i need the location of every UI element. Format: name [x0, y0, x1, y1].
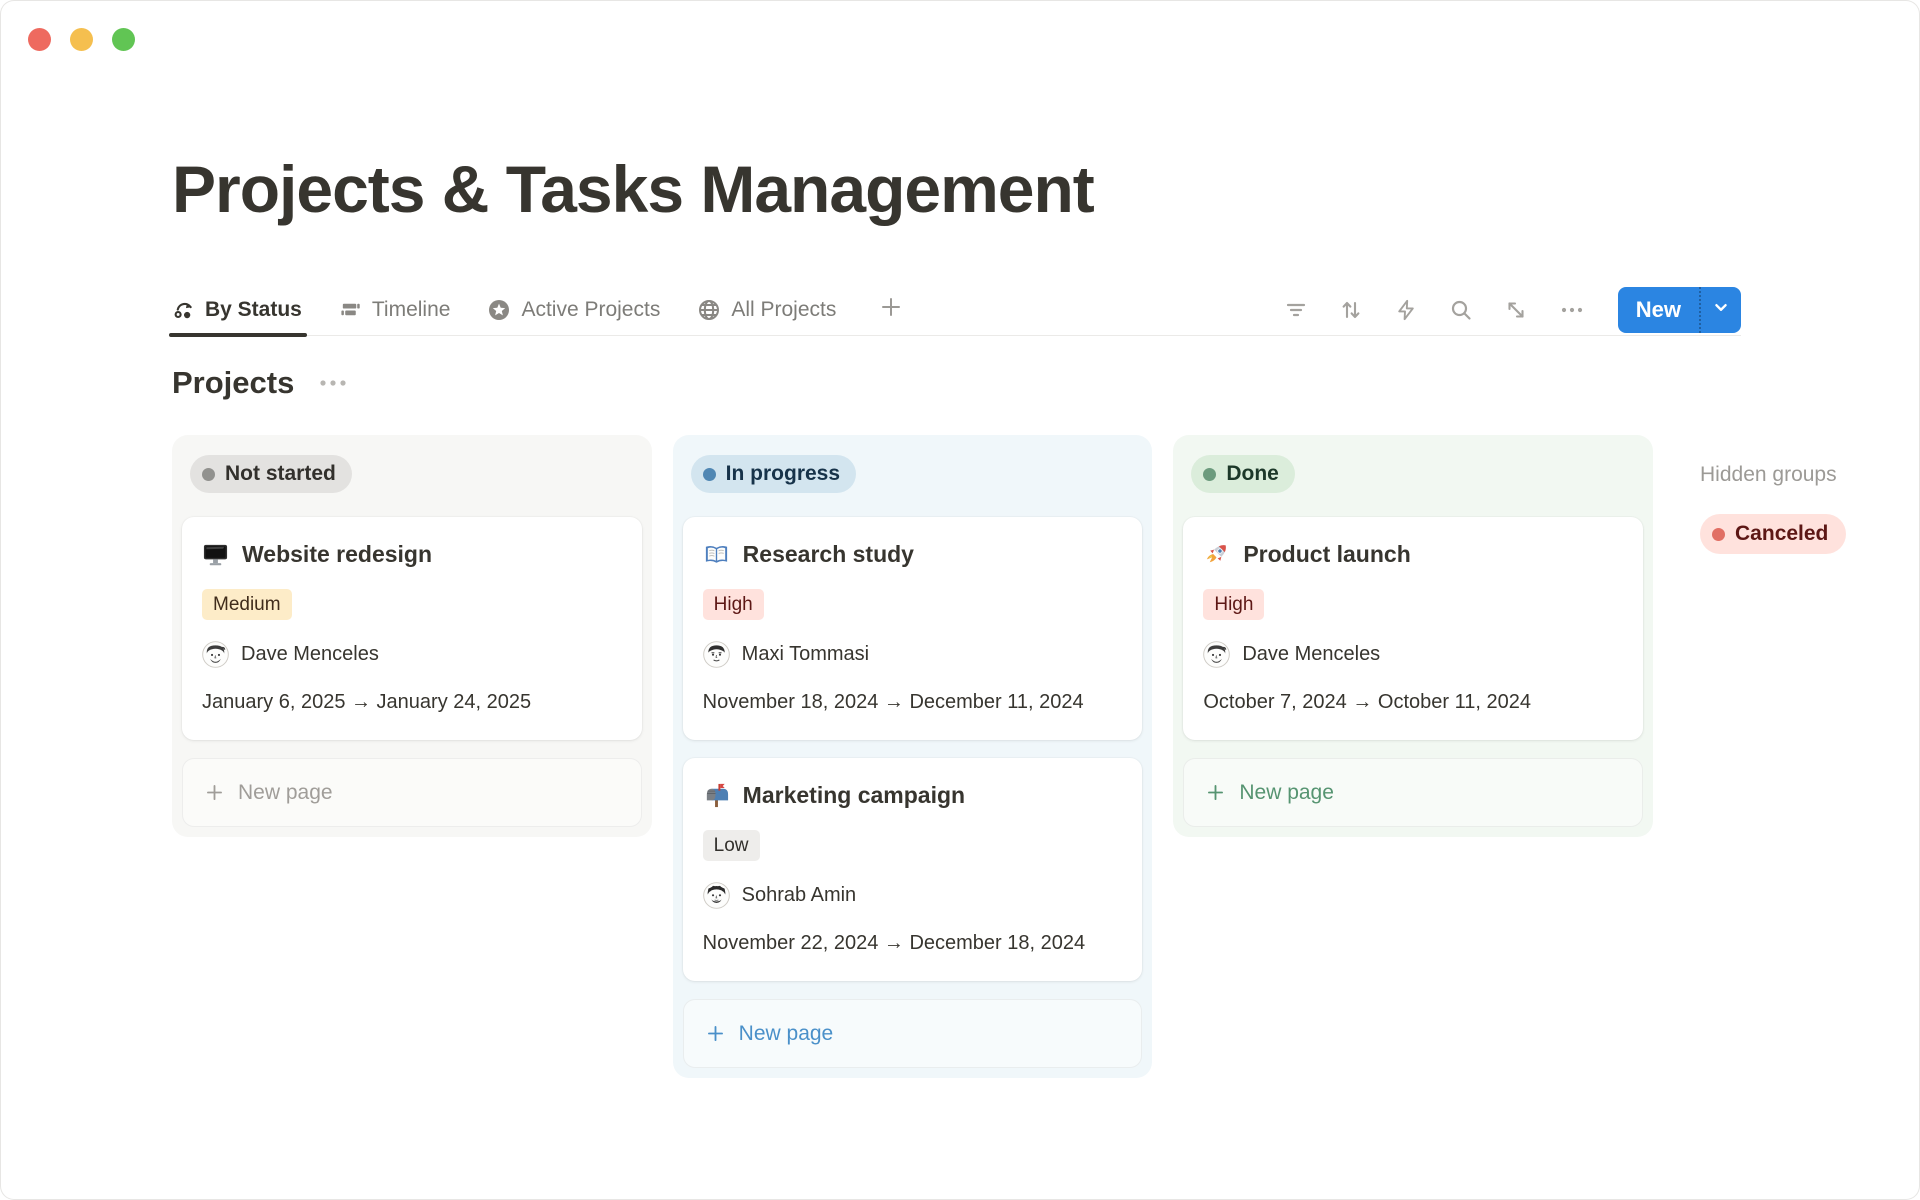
assignee-name: Dave Menceles	[1242, 643, 1380, 666]
card-date-range: January 6, 2025 → January 24, 2025	[202, 689, 622, 716]
status-dot	[703, 468, 716, 481]
priority-badge: Low	[703, 830, 760, 861]
new-button[interactable]: New	[1618, 287, 1741, 333]
view-tabs: By Status Timeline	[172, 284, 903, 335]
tab-active-projects[interactable]: Active Projects	[487, 284, 660, 335]
status-pill-in-progress[interactable]: In progress	[691, 455, 856, 493]
mailbox-icon	[703, 782, 730, 809]
app-window: Projects & Tasks Management By Status	[0, 0, 1920, 1200]
card-date-range: October 7, 2024 → October 11, 2024	[1203, 689, 1623, 716]
timeline-icon	[339, 298, 362, 321]
tab-label: Active Projects	[521, 298, 660, 322]
column-not-started: Not started	[172, 435, 652, 837]
status-board-icon	[172, 298, 195, 321]
card-title-text: Marketing campaign	[743, 782, 965, 809]
filter-icon[interactable]	[1284, 298, 1308, 322]
new-page-button[interactable]: New page	[1183, 758, 1643, 827]
more-options-icon[interactable]	[1559, 298, 1585, 322]
card-research-study[interactable]: Research study High	[683, 517, 1143, 740]
new-page-label: New page	[238, 781, 333, 805]
page-title: Projects & Tasks Management	[172, 146, 1920, 232]
priority-badge: High	[703, 589, 764, 620]
new-button-label[interactable]: New	[1618, 287, 1699, 333]
card-title-text: Product launch	[1243, 541, 1410, 568]
assignee-name: Maxi Tommasi	[742, 643, 869, 666]
tab-label: All Projects	[731, 298, 836, 322]
status-pill-done[interactable]: Done	[1191, 455, 1295, 493]
minimize-window-button[interactable]	[70, 28, 93, 51]
new-dropdown-button[interactable]	[1699, 287, 1741, 333]
tab-label: By Status	[205, 298, 302, 322]
status-dot	[202, 468, 215, 481]
ellipsis-icon[interactable]	[318, 376, 348, 390]
expand-icon[interactable]	[1504, 298, 1528, 322]
tab-timeline[interactable]: Timeline	[339, 284, 451, 335]
tab-label: Timeline	[372, 298, 451, 322]
section-title: Projects	[172, 365, 294, 401]
status-dot	[1712, 528, 1725, 541]
hidden-groups-label: Hidden groups	[1700, 463, 1920, 487]
chevron-down-icon	[1710, 296, 1732, 323]
card-marketing-campaign[interactable]: Marketing campaign Low	[683, 758, 1143, 981]
card-title-text: Website redesign	[242, 541, 432, 568]
card-title-text: Research study	[743, 541, 914, 568]
status-pill-not-started[interactable]: Not started	[190, 455, 352, 493]
plus-icon	[204, 782, 225, 803]
view-toolbar: New	[1284, 284, 1741, 335]
new-page-button[interactable]: New page	[683, 999, 1143, 1068]
desktop-computer-icon	[202, 541, 229, 568]
plus-icon	[1205, 782, 1226, 803]
zoom-window-button[interactable]	[112, 28, 135, 51]
priority-badge: High	[1203, 589, 1264, 620]
card-product-launch[interactable]: Product launch High	[1183, 517, 1643, 740]
tab-all-projects[interactable]: All Projects	[697, 284, 836, 335]
plus-icon	[879, 295, 903, 324]
status-label: Canceled	[1735, 522, 1828, 546]
plus-icon	[705, 1023, 726, 1044]
hidden-groups-section: Hidden groups Canceled	[1700, 435, 1920, 554]
priority-badge: Medium	[202, 589, 292, 620]
status-pill-canceled[interactable]: Canceled	[1700, 514, 1846, 554]
close-window-button[interactable]	[28, 28, 51, 51]
star-circle-icon	[487, 298, 511, 322]
assignee-name: Dave Menceles	[241, 643, 379, 666]
kanban-board: Not started	[172, 435, 1920, 1078]
sort-icon[interactable]	[1339, 298, 1363, 322]
globe-icon	[697, 298, 721, 322]
dave-avatar	[202, 641, 229, 668]
new-page-label: New page	[739, 1022, 834, 1046]
card-date-range: November 22, 2024 → December 18, 2024	[703, 930, 1123, 957]
open-book-icon	[703, 541, 730, 568]
status-label: In progress	[726, 462, 840, 486]
status-label: Done	[1226, 462, 1279, 486]
search-icon[interactable]	[1449, 298, 1473, 322]
view-tabs-bar: By Status Timeline	[172, 284, 1741, 336]
status-label: Not started	[225, 462, 336, 486]
assignee-name: Sohrab Amin	[742, 884, 857, 907]
sohrab-avatar	[703, 882, 730, 909]
window-controls	[28, 28, 135, 51]
new-page-button[interactable]: New page	[182, 758, 642, 827]
rocket-icon	[1203, 541, 1230, 568]
add-view-button[interactable]	[879, 295, 903, 324]
status-dot	[1203, 468, 1216, 481]
card-website-redesign[interactable]: Website redesign Medium	[182, 517, 642, 740]
card-date-range: November 18, 2024 → December 11, 2024	[703, 689, 1123, 716]
automations-icon[interactable]	[1394, 298, 1418, 322]
maxi-avatar	[703, 641, 730, 668]
column-in-progress: In progress	[673, 435, 1153, 1078]
new-page-label: New page	[1239, 781, 1334, 805]
dave-avatar	[1203, 641, 1230, 668]
tab-by-status[interactable]: By Status	[172, 284, 302, 335]
column-done: Done	[1173, 435, 1653, 837]
